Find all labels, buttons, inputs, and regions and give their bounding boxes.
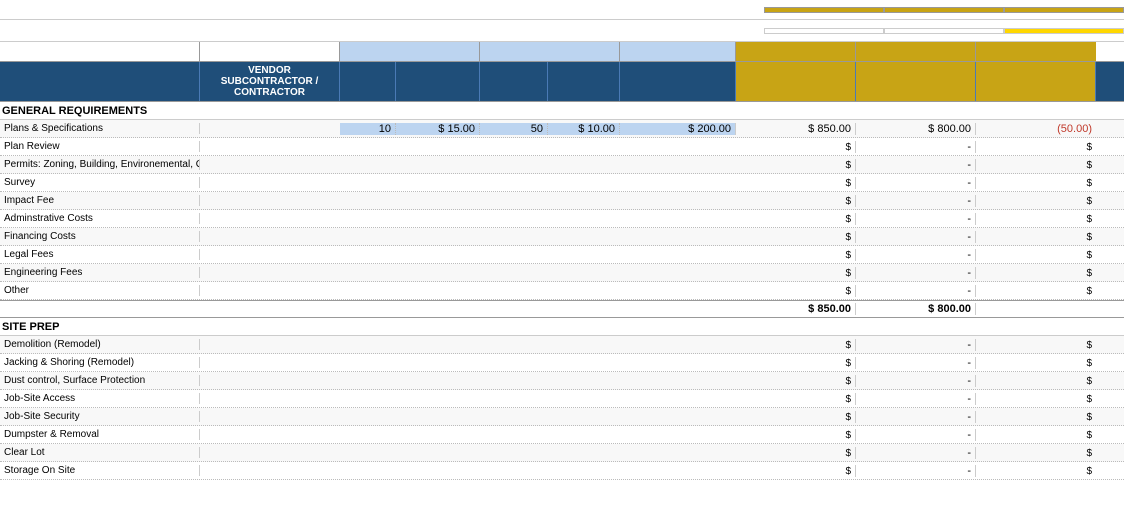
vendor-subheader: VENDORSUBCONTRACTOR /CONTRACTOR [200, 62, 340, 101]
table-row[interactable]: Dumpster & Removal$-$ [0, 426, 1124, 444]
table-row[interactable]: Jacking & Shoring (Remodel)$-$ [0, 354, 1124, 372]
column-group-headers [0, 42, 1124, 62]
actual-group-header [856, 42, 976, 61]
task-subheader [0, 62, 200, 101]
table-row[interactable]: Job-Site Security$-$ [0, 408, 1124, 426]
hrs-subheader [340, 62, 396, 101]
task-group-spacer [0, 42, 200, 61]
section-header-0: GENERAL REQUIREMENTS [0, 102, 1124, 120]
budget-subheader [736, 62, 856, 101]
underover-group-header [976, 42, 1096, 61]
top-values-bar [0, 20, 1124, 42]
units-subheader [480, 62, 548, 101]
table-row[interactable]: Permits: Zoning, Building, Environementa… [0, 156, 1124, 174]
perunit-subheader [548, 62, 620, 101]
table-row[interactable]: Job-Site Access$-$ [0, 390, 1124, 408]
budget-summary-label [764, 7, 884, 13]
underover-summary-value [1004, 28, 1124, 34]
underover-subheader [976, 62, 1096, 101]
data-area: GENERAL REQUIREMENTS Plans & Specificatio… [0, 102, 1124, 519]
budget-summary-value [764, 28, 884, 34]
table-row[interactable]: Dust control, Surface Protection$-$ [0, 372, 1124, 390]
actual-summary-label [884, 7, 1004, 13]
table-row[interactable]: Survey$-$ [0, 174, 1124, 192]
sub-column-headers: VENDORSUBCONTRACTOR /CONTRACTOR [0, 62, 1124, 102]
top-summary-bar [0, 0, 1124, 20]
table-row[interactable]: Clear Lot$-$ [0, 444, 1124, 462]
table-row[interactable]: Impact Fee$-$ [0, 192, 1124, 210]
table-row[interactable]: Plan Review$-$ [0, 138, 1124, 156]
section-title-0: GENERAL REQUIREMENTS [0, 105, 200, 117]
vendor-group-spacer [200, 42, 340, 61]
table-row[interactable]: Plans & Specifications10$ 15.0050$ 10.00… [0, 120, 1124, 138]
fixed-cost-group-header [620, 42, 736, 61]
section-title-1: SITE PREP [0, 321, 200, 333]
table-row[interactable]: Engineering Fees$-$ [0, 264, 1124, 282]
table-row[interactable]: Adminstrative Costs$-$ [0, 210, 1124, 228]
subtotal-row-0: $ 850.00$ 800.00 [0, 300, 1124, 318]
underover-summary-label [1004, 7, 1124, 13]
table-row[interactable]: Financing Costs$-$ [0, 228, 1124, 246]
table-row[interactable]: Other$-$ [0, 282, 1124, 300]
actual-summary-value [884, 28, 1004, 34]
table-row[interactable]: Legal Fees$-$ [0, 246, 1124, 264]
section-header-1: SITE PREP [0, 318, 1124, 336]
materials-group-header [480, 42, 620, 61]
budget-group-header [736, 42, 856, 61]
fixed-subheader [620, 62, 736, 101]
labor-group-header [340, 42, 480, 61]
actual-subheader [856, 62, 976, 101]
rate-subheader [396, 62, 480, 101]
table-row[interactable]: Demolition (Remodel)$-$ [0, 336, 1124, 354]
table-row[interactable]: Storage On Site$-$ [0, 462, 1124, 480]
